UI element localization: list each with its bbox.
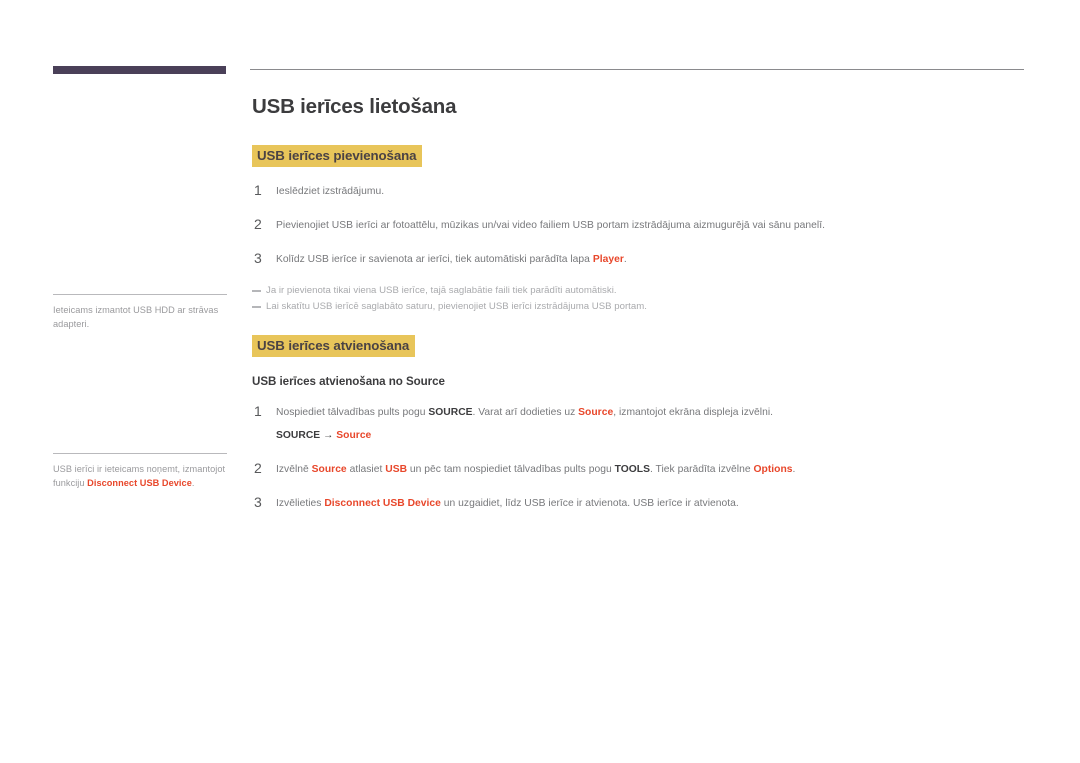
inline-text: atlasiet [346, 464, 386, 475]
step-number: 1 [254, 403, 262, 419]
header-accent-bar [53, 66, 226, 74]
inline-ui-term: USB [385, 464, 408, 475]
subheading-usb-disconnect-source: USB ierīces atvienošana no Source [252, 375, 445, 388]
step-text: Izvēlieties Disconnect USB Device un uzg… [276, 498, 739, 509]
document-page: Ieteicams izmantot USB HDD ar strāvas ad… [0, 0, 1080, 763]
step-number: 3 [254, 250, 262, 266]
inline-button-name: SOURCE [428, 407, 473, 418]
note-text: Lai skatītu USB ierīcē saglabāto saturu,… [266, 301, 647, 312]
note-item: Lai skatītu USB ierīcē saglabāto saturu,… [252, 299, 1042, 315]
step-text: Kolīdz USB ierīce ir savienota ar ierīci… [276, 254, 627, 265]
sidebar-note-text: Ieteicams izmantot USB HDD ar strāvas ad… [53, 305, 219, 329]
inline-button-name: TOOLS [614, 464, 650, 475]
inline-ui-term: Disconnect USB Device [324, 498, 441, 509]
section-heading-usb-connect: USB ierīces pievienošana [252, 145, 423, 167]
inline-text: . [792, 464, 796, 475]
note-item: Ja ir pievienota tikai viena USB ierīce,… [252, 283, 1042, 299]
step-item: 1 Nospiediet tālvadības pults pogu SOURCE… [252, 403, 1042, 443]
step-item: 3 Izvēlieties Disconnect USB Device un uz… [252, 494, 1042, 511]
menu-path-leaf: Source [336, 430, 372, 441]
step-item: 2 Pievienojiet USB ierīci ar fotoattēlu, … [252, 216, 1042, 233]
inline-text: un pēc tam nospiediet tālvadības pults p… [407, 464, 615, 475]
inline-text: Izvēlieties [276, 498, 325, 509]
section-usb-disconnect: USB ierīces atvienošana USB ierīces atvi… [252, 335, 1042, 511]
inline-ui-term: Source [578, 407, 614, 418]
step-text: Ieslēdziet izstrādājumu. [276, 186, 384, 197]
inline-text: Pievienojiet USB ierīci ar fotoattēlu, m… [276, 220, 825, 231]
step-list-usb-connect: 1 Ieslēdziet izstrādājumu. 2 Pievienojiet U… [252, 182, 1042, 267]
page-title: USB ierīces lietošana [252, 95, 457, 118]
main-content: USB ierīces lietošana USB ierīces pievie… [252, 95, 1042, 511]
step-text: Nospiediet tālvadības pults pogu SOURCE.… [276, 407, 773, 418]
sidebar-note-disconnect: USB ierīci ir ieteicams noņemt, izmantoj… [53, 453, 227, 490]
inline-ui-term: Source [311, 464, 347, 475]
menu-path: SOURCE → Source [276, 429, 1042, 443]
dash-bullet-icon [252, 290, 261, 292]
step-number: 2 [254, 216, 262, 232]
note-text: Ja ir pievienota tikai viena USB ierīce,… [266, 285, 617, 296]
step-number: 2 [254, 460, 262, 476]
sidebar-note-divider [53, 453, 227, 454]
step-item: 2 Izvēlnē Source atlasiet USB un pēc tam … [252, 460, 1042, 477]
header-rule [250, 69, 1024, 70]
section-usb-connect: USB ierīces pievienošana 1 Ieslēdziet izs… [252, 145, 1042, 315]
step-text: Pievienojiet USB ierīci ar fotoattēlu, m… [276, 220, 825, 231]
inline-text: Kolīdz USB ierīce ir savienota ar ierīci… [276, 254, 593, 265]
note-list-usb-connect: Ja ir pievienota tikai viena USB ierīce,… [252, 283, 1042, 315]
inline-text: . Varat arī dodieties uz [472, 407, 579, 418]
step-list-usb-disconnect: 1 Nospiediet tālvadības pults pogu SOURCE… [252, 403, 1042, 511]
menu-path-root: SOURCE [276, 430, 321, 441]
dash-bullet-icon [252, 306, 261, 308]
inline-text: . Tiek parādīta izvēlne [649, 464, 754, 475]
step-item: 3 Kolīdz USB ierīce ir savienota ar ierīc… [252, 250, 1042, 267]
inline-text: Nospiediet tālvadības pults pogu [276, 407, 429, 418]
inline-text: . [623, 254, 627, 265]
inline-text: , izmantojot ekrāna displeja izvēlni. [613, 407, 774, 418]
inline-ui-term: Player [592, 254, 624, 265]
inline-text: Ieslēdziet izstrādājumu. [276, 186, 385, 197]
inline-text: un uzgaidiet, līdz USB ierīce ir atvieno… [440, 498, 739, 509]
inline-ui-term: Options [753, 464, 793, 475]
step-text: Izvēlnē Source atlasiet USB un pēc tam n… [276, 464, 795, 475]
step-number: 3 [254, 494, 262, 510]
sidebar-note-divider [53, 294, 227, 295]
inline-text: Izvēlnē [276, 464, 312, 475]
sidebar-note-highlight: Disconnect USB Device [87, 477, 192, 488]
arrow-icon: → [320, 430, 337, 441]
section-heading-usb-disconnect: USB ierīces atvienošana [252, 335, 416, 357]
step-number: 1 [254, 182, 262, 198]
sidebar-note-usb-hdd: Ieteicams izmantot USB HDD ar strāvas ad… [53, 294, 227, 331]
step-item: 1 Ieslēdziet izstrādājumu. [252, 182, 1042, 199]
sidebar-note-text-after: . [191, 477, 195, 488]
